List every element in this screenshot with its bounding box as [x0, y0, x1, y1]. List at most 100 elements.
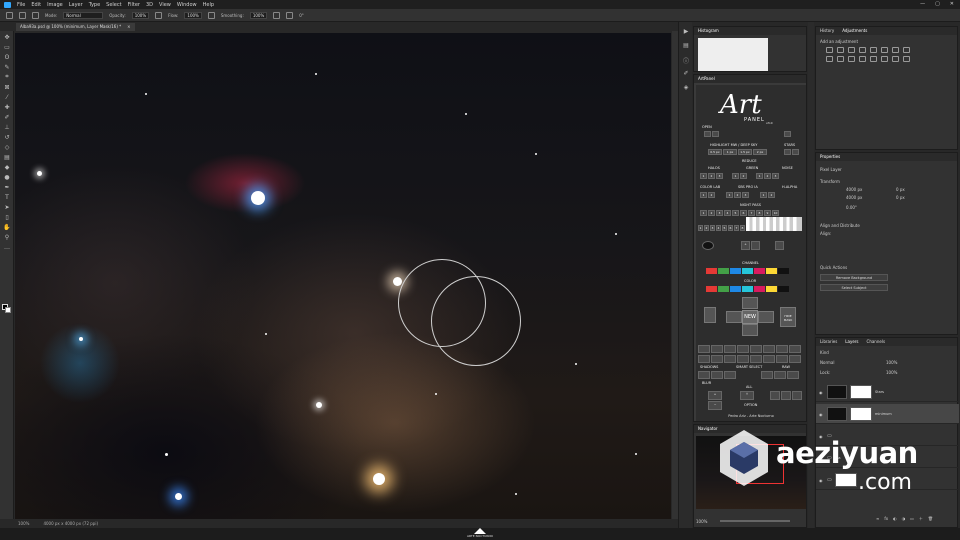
dodge-tool-icon[interactable]: ● — [3, 173, 11, 181]
picture-4-button[interactable] — [763, 345, 775, 353]
highlight-15-button[interactable]: 1.5 px — [738, 149, 752, 155]
picture-6-button[interactable] — [789, 345, 801, 353]
green-1[interactable]: 1 — [732, 173, 739, 179]
minimize-button[interactable]: — — [920, 1, 925, 7]
menu-select[interactable]: Select — [106, 2, 121, 8]
menu-image[interactable]: Image — [47, 2, 63, 8]
star-tool-3[interactable] — [787, 371, 799, 379]
picture-3-button[interactable] — [737, 345, 749, 353]
angle-icon[interactable] — [286, 11, 294, 19]
menu-layer[interactable]: Layer — [69, 2, 83, 8]
layer-name[interactable]: minimum — [875, 412, 892, 416]
document-canvas[interactable] — [15, 33, 671, 519]
brightness-icon[interactable] — [826, 47, 833, 53]
channel-magenta[interactable] — [754, 268, 765, 274]
hand-tool-icon[interactable]: ✋ — [3, 223, 11, 231]
channel-black[interactable] — [778, 268, 789, 274]
mask-4[interactable]: 4 — [716, 225, 721, 231]
night-pass-5[interactable]: 5 — [732, 210, 739, 216]
mask-3[interactable]: 3 — [710, 225, 715, 231]
left-arrow-button[interactable] — [726, 311, 742, 323]
eraser-tool-icon[interactable]: ◇ — [3, 143, 11, 151]
highlight-2-button[interactable]: 2 px — [753, 149, 767, 155]
path-select-tool-icon[interactable]: ➤ — [3, 203, 11, 211]
raw-3[interactable] — [789, 355, 801, 363]
picture-button[interactable] — [711, 345, 723, 353]
blur-2[interactable] — [711, 371, 723, 379]
menu-filter[interactable]: Filter — [128, 2, 140, 8]
channel-mixer-icon[interactable] — [837, 56, 844, 62]
mask-menu-button[interactable] — [775, 241, 784, 250]
layer-fill[interactable]: 100% — [886, 370, 897, 375]
menu-window[interactable]: Window — [177, 2, 197, 8]
play-icon[interactable]: ▶ — [682, 28, 690, 36]
color-lab-1[interactable]: 1 — [700, 192, 707, 198]
levels-icon[interactable] — [837, 47, 844, 53]
photo-filter-icon[interactable] — [826, 56, 833, 62]
triangle-button[interactable] — [750, 345, 762, 353]
channel-red[interactable] — [706, 268, 717, 274]
picture-2-button[interactable] — [724, 345, 736, 353]
halos-3[interactable]: 3 — [716, 173, 723, 179]
trash-icon[interactable]: 🗑 — [928, 516, 933, 522]
marquee-tool-icon[interactable]: ▭ — [3, 43, 11, 51]
stars-menu-button[interactable] — [784, 131, 791, 137]
curves-icon[interactable] — [848, 47, 855, 53]
smart-select-3[interactable] — [750, 355, 762, 363]
document-tab[interactable]: Alba93a.psd @ 100% (minimum, Layer Mask/… — [16, 23, 135, 31]
night-pass-3[interactable]: 3 — [716, 210, 723, 216]
transform-x[interactable]: 0 px — [896, 187, 905, 192]
layer-filter[interactable]: Kind — [820, 350, 829, 355]
mask-circle-button[interactable] — [702, 241, 714, 250]
night-pass-4[interactable]: 4 — [724, 210, 731, 216]
selective-color-icon[interactable] — [903, 56, 910, 62]
menu-view[interactable]: View — [159, 2, 171, 8]
move-tool-icon[interactable]: ✥ — [3, 33, 11, 41]
color-yellow[interactable] — [766, 286, 777, 292]
channels-tab[interactable]: Channels — [867, 338, 886, 346]
night-pass-10[interactable]: 10 — [772, 210, 779, 216]
all-up-button[interactable]: ↑ — [740, 391, 754, 400]
night-pass-2[interactable]: 2 — [708, 210, 715, 216]
menu-edit[interactable]: Edit — [31, 2, 41, 8]
close-button[interactable]: ✕ — [950, 1, 954, 7]
stars-button-1[interactable] — [784, 149, 791, 155]
night-pass-7[interactable]: 7 — [748, 210, 755, 216]
open-raw-button[interactable] — [712, 131, 719, 137]
stars-button-2[interactable] — [792, 149, 799, 155]
mask-2[interactable]: 2 — [704, 225, 709, 231]
layer-mask-thumbnail[interactable] — [850, 384, 872, 399]
eye-icon[interactable]: ◉ — [819, 412, 824, 417]
brush-preset-icon[interactable] — [19, 11, 26, 19]
folder-new-icon[interactable]: ▭ — [910, 516, 914, 522]
open-image-button[interactable] — [704, 131, 711, 137]
mask-1[interactable]: 1 — [698, 225, 703, 231]
blend-mode-select[interactable]: Normal — [820, 360, 834, 365]
color-green[interactable] — [718, 286, 729, 292]
color-cyan[interactable] — [742, 286, 753, 292]
night-pass-6[interactable]: 6 — [740, 210, 747, 216]
new-button[interactable]: NEW — [742, 310, 758, 324]
options-label[interactable]: OPTION — [744, 403, 757, 407]
highlight-05-button[interactable]: 0.5 px — [708, 149, 722, 155]
camera-button[interactable] — [698, 345, 710, 353]
halos-2[interactable]: 2 — [708, 173, 715, 179]
gradient-tool-icon[interactable]: ▤ — [3, 153, 11, 161]
crop-tool-icon[interactable]: ⌗ — [3, 73, 11, 81]
night-pass-1[interactable]: 1 — [700, 210, 707, 216]
eraser-picker-button[interactable] — [792, 391, 802, 400]
link-icon[interactable]: ∞ — [876, 516, 879, 522]
color-black[interactable] — [778, 286, 789, 292]
history-tab[interactable]: History — [820, 27, 834, 35]
raw-2[interactable] — [776, 355, 788, 363]
menu-help[interactable]: Help — [203, 2, 214, 8]
properties-title[interactable]: Properties — [820, 153, 840, 161]
star-tool-1[interactable] — [761, 371, 773, 379]
navigator-zoom-slider[interactable] — [720, 520, 790, 522]
mask-6[interactable]: 6 — [728, 225, 733, 231]
smart-select-2[interactable] — [737, 355, 749, 363]
blur-3[interactable] — [724, 371, 736, 379]
posterize-icon[interactable] — [870, 56, 877, 62]
halos-1[interactable]: 1 — [700, 173, 707, 179]
zoom-tool-icon[interactable]: ⚲ — [3, 233, 11, 241]
